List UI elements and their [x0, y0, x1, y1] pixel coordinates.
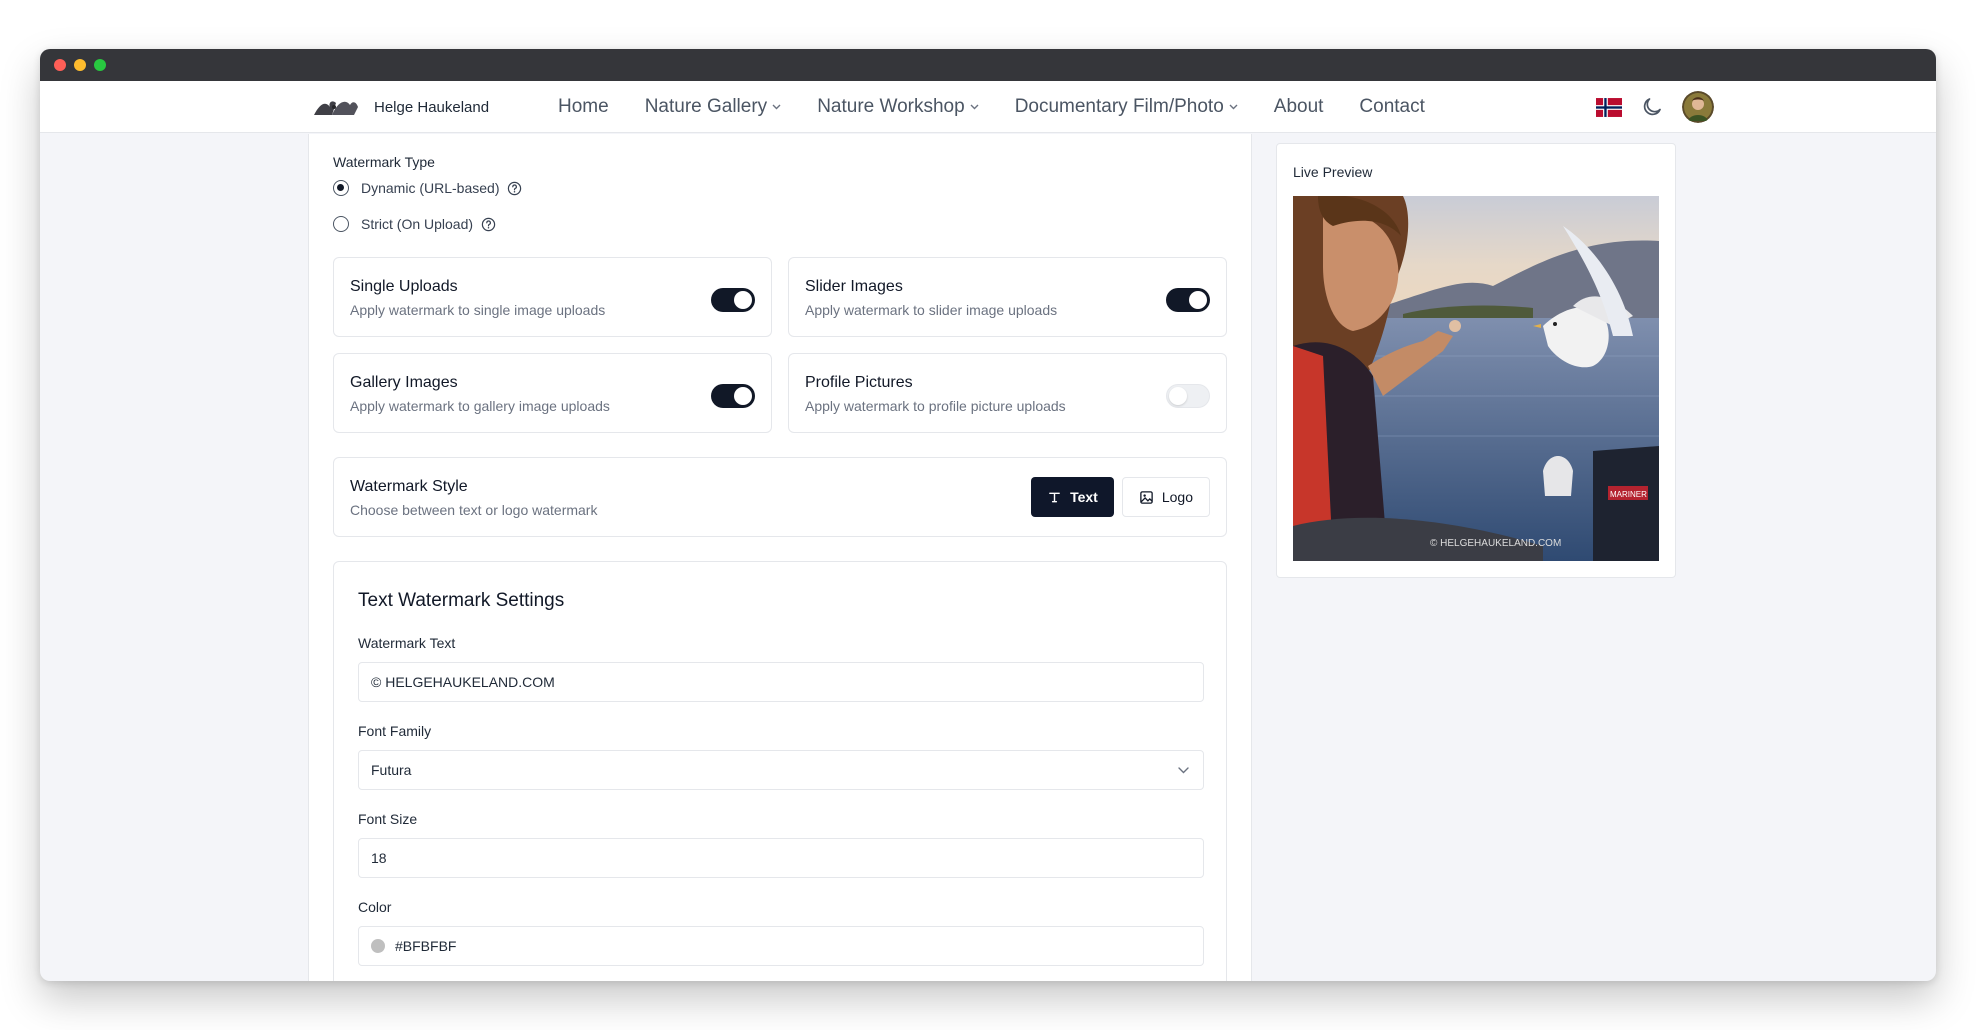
boat-text: MARINER: [1610, 490, 1647, 499]
font-family-label: Font Family: [358, 723, 432, 739]
nav-item-label: Home: [558, 96, 609, 117]
card-title: Slider Images: [805, 278, 903, 295]
type-icon: [1049, 492, 1060, 502]
card-title: Watermark Style: [350, 478, 468, 495]
nav-item-label: Nature Gallery: [644, 96, 768, 117]
nav-item-label: Contact: [1359, 96, 1425, 117]
watermark-text-input[interactable]: © HELGEHAUKELAND.COM: [358, 662, 1204, 702]
watermark-settings-panel: Watermark Type Dynamic (URL-based) Stric…: [308, 134, 1252, 981]
nav-item-label: Nature Workshop: [817, 96, 965, 117]
preview-watermark-text: © HELGEHAUKELAND.COM: [1430, 538, 1561, 549]
gallery-images-toggle[interactable]: [711, 384, 755, 408]
bird-logo-icon: [314, 101, 358, 115]
nav-actions: [1596, 91, 1714, 123]
watermark-text-label: Watermark Text: [358, 635, 456, 651]
chevron-down-icon: [1229, 104, 1238, 110]
moon-icon[interactable]: [1640, 95, 1664, 119]
font-size-label: Font Size: [358, 811, 418, 827]
text-watermark-settings-card: Text Watermark Settings Watermark Text ©…: [333, 561, 1227, 981]
font-size-value: 18: [371, 850, 387, 866]
font-family-value: Futura: [371, 762, 412, 778]
text-style-label: Text: [1070, 489, 1098, 505]
profile-pictures-toggle[interactable]: [1166, 384, 1210, 408]
avatar[interactable]: [1682, 91, 1714, 123]
help-circle-icon[interactable]: [507, 181, 522, 196]
radio-strict[interactable]: Strict (On Upload): [333, 216, 496, 232]
page-content: Watermark Type Dynamic (URL-based) Stric…: [40, 134, 1936, 981]
radio-strict-input[interactable]: [333, 216, 349, 232]
chevron-down-icon: [772, 104, 781, 110]
nav-item-label: About: [1273, 96, 1324, 117]
watermark-style-card: Watermark Style Choose between text or l…: [333, 457, 1227, 537]
minimize-window-button[interactable]: [74, 59, 86, 71]
color-value: #BFBFBF: [395, 938, 457, 954]
card-title: Single Uploads: [350, 278, 458, 295]
preview-image: MARINER © HELGEHAUKELAND.COM: [1293, 196, 1659, 561]
font-size-input[interactable]: 18: [358, 838, 1204, 878]
live-preview-card: Live Preview MARINER © HELGEHAUKELAND.CO…: [1276, 143, 1676, 578]
radio-dynamic[interactable]: Dynamic (URL-based): [333, 180, 522, 196]
card-title: Gallery Images: [350, 374, 458, 391]
nav-item-contact[interactable]: Contact: [1359, 96, 1424, 118]
radio-strict-label: Strict (On Upload): [361, 216, 474, 232]
section-title: Text Watermark Settings: [358, 590, 565, 611]
single-uploads-toggle[interactable]: [711, 288, 755, 312]
image-icon: [1140, 490, 1153, 504]
close-window-button[interactable]: [54, 59, 66, 71]
site-navbar: Helge Haukeland Home Nature Gallery Nature…: [40, 81, 1936, 133]
logo-style-label: Logo: [1161, 489, 1193, 505]
gallery-images-card: Gallery Images Apply watermark to galler…: [333, 353, 772, 433]
watermark-text-value: © HELGEHAUKELAND.COM: [371, 674, 555, 690]
radio-dynamic-input[interactable]: [333, 180, 349, 196]
norway-flag-icon[interactable]: [1596, 97, 1622, 117]
browser-window: Helge Haukeland Home Nature Gallery Nature…: [40, 49, 1936, 981]
card-description: Apply watermark to gallery image uploads: [350, 398, 610, 414]
card-description: Apply watermark to single image uploads: [350, 302, 606, 318]
maximize-window-button[interactable]: [94, 59, 106, 71]
nav-item-nature-gallery[interactable]: Nature Gallery: [645, 96, 782, 118]
text-style-button[interactable]: Text: [1031, 477, 1114, 517]
card-description: Choose between text or logo watermark: [350, 502, 598, 518]
help-circle-icon[interactable]: [481, 217, 496, 232]
slider-images-toggle[interactable]: [1166, 288, 1210, 312]
slider-images-card: Slider Images Apply watermark to slider …: [788, 257, 1227, 337]
logo-style-button[interactable]: Logo: [1121, 477, 1210, 517]
color-label: Color: [358, 899, 392, 915]
nav-item-home[interactable]: Home: [558, 96, 609, 118]
nav-menu: Home Nature Gallery Nature Workshop Documen…: [558, 81, 1461, 133]
card-description: Apply watermark to slider image uploads: [805, 302, 1058, 318]
profile-pictures-card: Profile Pictures Apply watermark to prof…: [788, 353, 1227, 433]
brand-name: Helge Haukeland: [374, 98, 490, 116]
radio-dynamic-label: Dynamic (URL-based): [361, 180, 500, 196]
chevron-down-icon: [1178, 767, 1189, 774]
watermark-type-label: Watermark Type: [333, 154, 435, 170]
color-input[interactable]: #BFBFBF: [358, 926, 1204, 966]
brand-link[interactable]: Helge Haukeland: [312, 93, 489, 121]
live-preview-label: Live Preview: [1293, 164, 1373, 180]
nav-item-documentary-film-photo[interactable]: Documentary Film/Photo: [1015, 96, 1238, 118]
chevron-down-icon: [970, 104, 979, 110]
single-uploads-card: Single Uploads Apply watermark to single…: [333, 257, 772, 337]
nav-item-about[interactable]: About: [1274, 96, 1324, 118]
card-description: Apply watermark to profile picture uploa…: [805, 398, 1066, 414]
color-swatch[interactable]: [371, 939, 385, 953]
font-family-select[interactable]: Futura: [358, 750, 1204, 790]
nav-item-label: Documentary Film/Photo: [1014, 96, 1224, 117]
nav-item-nature-workshop[interactable]: Nature Workshop: [817, 96, 979, 118]
card-title: Profile Pictures: [805, 374, 913, 391]
window-titlebar: [40, 49, 1936, 81]
style-button-group: Text Logo: [1031, 477, 1210, 517]
